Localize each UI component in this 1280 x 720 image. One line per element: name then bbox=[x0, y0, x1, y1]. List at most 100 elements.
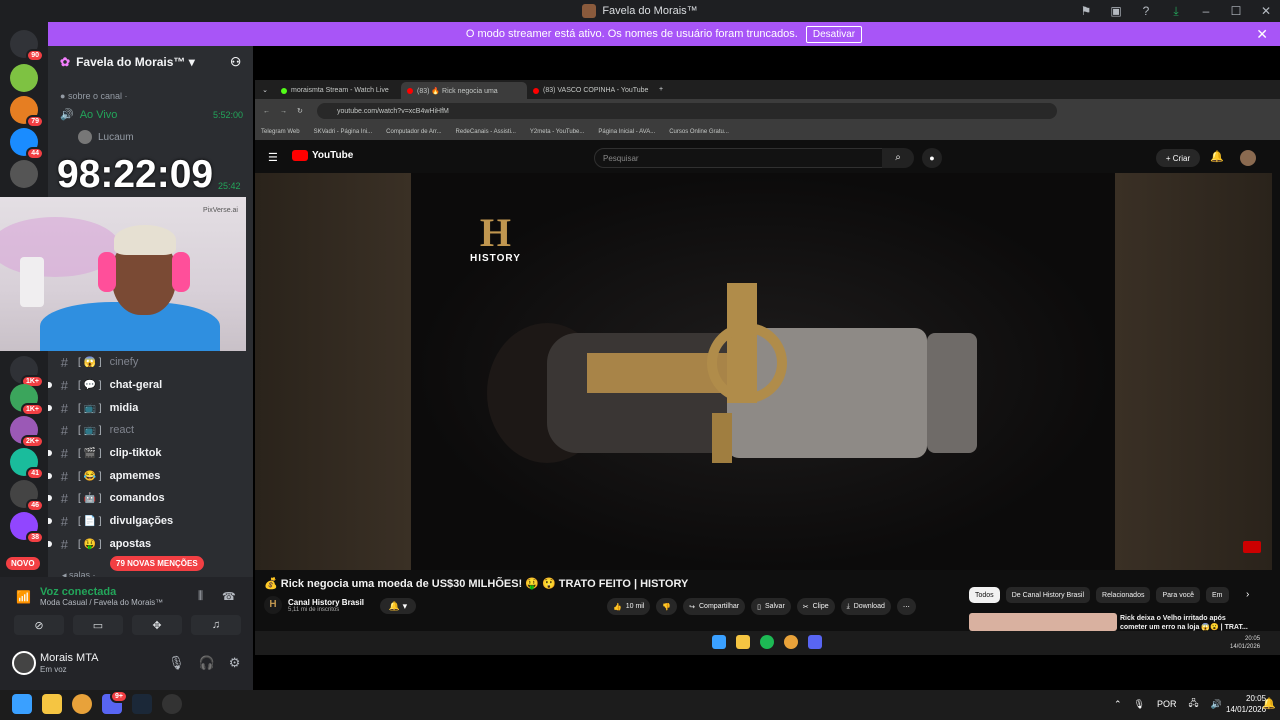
chip-todos[interactable]: Todos bbox=[969, 587, 1000, 603]
video-player[interactable]: H HISTORY bbox=[255, 173, 1272, 570]
browser-tab-3[interactable]: (83) VASCO COPINHA - YouTube bbox=[527, 82, 653, 99]
chip-for-you[interactable]: Para você bbox=[1156, 587, 1200, 603]
screen-share-icon[interactable]: ▭ bbox=[73, 615, 123, 635]
channel-chat-geral[interactable]: # [ 💬 ] chat-geral bbox=[48, 374, 253, 396]
server-icon-10[interactable]: 38 bbox=[10, 512, 44, 544]
share-button[interactable]: ↪ Compartilhar bbox=[683, 598, 746, 615]
disconnect-icon[interactable]: ☎ bbox=[222, 590, 236, 603]
browser-tab-2[interactable]: (83) 🔥 Rick negocia uma bbox=[401, 82, 527, 99]
more-options-button[interactable]: ⋯ bbox=[896, 598, 916, 615]
microphone-icon[interactable]: 🎙 bbox=[1134, 699, 1145, 710]
avatar[interactable] bbox=[1240, 150, 1256, 166]
microphone-icon[interactable]: 🎙 bbox=[168, 655, 185, 671]
flag-icon[interactable]: ⚑ bbox=[1078, 4, 1094, 18]
chevron-up-icon[interactable]: ⌃ bbox=[1114, 699, 1122, 710]
username[interactable]: Morais MTA bbox=[40, 652, 98, 664]
url-bar[interactable]: youtube.com/watch?v=xcB4wHiHfM bbox=[317, 103, 1057, 119]
server-icon-7[interactable]: 2K+ bbox=[10, 416, 44, 448]
recommended-thumbnail[interactable] bbox=[969, 613, 1117, 631]
channel-apmemes[interactable]: # [ 😂 ] apmemes bbox=[48, 465, 253, 487]
close-icon[interactable]: ✕ bbox=[1256, 26, 1268, 43]
inbox-icon[interactable]: ▣ bbox=[1108, 4, 1124, 18]
signal-icon[interactable]: 📶 bbox=[16, 590, 31, 604]
bookmark-4[interactable]: Y2meta - YouTube... bbox=[530, 129, 584, 135]
notifications-icon[interactable]: 🔔 bbox=[1262, 697, 1276, 710]
channel-name[interactable]: Canal History Brasil bbox=[288, 598, 364, 607]
steam-icon[interactable] bbox=[132, 694, 152, 714]
discord-icon[interactable]: 9+ bbox=[102, 690, 128, 714]
tab-menu-icon[interactable]: ⌄ bbox=[255, 86, 275, 94]
server-icon-4[interactable] bbox=[10, 160, 38, 188]
save-button[interactable]: ▯ Salvar bbox=[751, 598, 791, 615]
new-tab-button[interactable]: + bbox=[653, 86, 669, 93]
activities-icon[interactable]: ✥ bbox=[132, 615, 182, 635]
browser-tab-1[interactable]: moraismta Stream - Watch Live bbox=[275, 82, 401, 99]
bookmark-5[interactable]: Página Inicial - AVA... bbox=[598, 129, 655, 135]
category-sobre[interactable]: ● sobre o canal · bbox=[60, 91, 127, 101]
bookmark-1[interactable]: SKVadri - Página Ini... bbox=[314, 129, 373, 135]
windows-start-icon[interactable] bbox=[12, 694, 32, 714]
volume-icon[interactable]: 🔊 bbox=[1211, 699, 1222, 710]
new-badge[interactable]: NOVO bbox=[6, 557, 40, 570]
close-button[interactable]: ✕ bbox=[1258, 4, 1274, 18]
channel-comandos[interactable]: # [ 🤖 ] comandos bbox=[48, 487, 253, 509]
search-icon[interactable]: ⌕ bbox=[882, 148, 914, 168]
like-button[interactable]: 👍 10 mil bbox=[607, 598, 651, 615]
bookmark-2[interactable]: Computador de Arr... bbox=[386, 129, 441, 135]
channel-apostas[interactable]: # [ 🤑 ] apostas bbox=[48, 533, 253, 555]
camera-off-icon[interactable]: ⊘ bbox=[14, 615, 64, 635]
add-member-icon[interactable]: ⚇ bbox=[230, 55, 241, 69]
channel-cinefy[interactable]: # [ 😱 ] cinefy bbox=[48, 351, 253, 373]
youtube-logo[interactable]: YouTube bbox=[292, 150, 353, 161]
search-input[interactable]: Pesquisar bbox=[594, 148, 884, 168]
server-icon-9[interactable]: 46 bbox=[10, 480, 44, 512]
server-icon-2[interactable]: 79 bbox=[10, 96, 44, 128]
help-icon[interactable]: ? bbox=[1138, 4, 1154, 18]
download-icon[interactable]: ⤓ bbox=[1168, 4, 1184, 19]
soundboard-icon[interactable]: ♫ bbox=[191, 615, 241, 635]
minimize-button[interactable]: – bbox=[1198, 4, 1214, 18]
guild-header[interactable]: ✿ Favela do Morais™ ▾ ⚇ bbox=[48, 46, 253, 78]
server-icon-3[interactable]: 44 bbox=[10, 128, 44, 160]
voice-connected-channel[interactable]: Moda Casual / Favela do Morais™ bbox=[40, 598, 163, 607]
server-icon-8[interactable]: 41 bbox=[10, 448, 44, 480]
obs-icon[interactable] bbox=[162, 694, 182, 714]
dislike-button[interactable]: 👎 bbox=[656, 598, 678, 615]
headphones-icon[interactable]: 🎧 bbox=[199, 655, 215, 671]
server-icon-5[interactable]: 1K+ bbox=[10, 356, 44, 388]
channel-midia[interactable]: # [ 📺 ] midia bbox=[48, 397, 253, 419]
bookmark-0[interactable]: Telegram Web bbox=[261, 129, 300, 135]
reload-icon[interactable]: ↻ bbox=[297, 107, 303, 115]
chip-related[interactable]: Relacionados bbox=[1096, 587, 1151, 603]
home-button[interactable]: 90 bbox=[10, 30, 44, 62]
subscription-bell-button[interactable]: 🔔 ▾ bbox=[380, 598, 416, 614]
maximize-button[interactable]: ☐ bbox=[1228, 4, 1244, 18]
menu-icon[interactable]: ☰ bbox=[268, 151, 278, 164]
clip-button[interactable]: ✂ Clipe bbox=[796, 598, 835, 615]
chevron-right-icon[interactable]: › bbox=[1246, 589, 1249, 600]
noise-icon[interactable]: ⫼ bbox=[198, 590, 203, 603]
system-clock[interactable]: 20:05 14/01/2026 bbox=[1226, 693, 1266, 715]
create-button[interactable]: + Criar bbox=[1156, 149, 1200, 167]
chip-channel[interactable]: De Canal History Brasil bbox=[1005, 587, 1091, 603]
channel-react[interactable]: # [ 📺 ] react bbox=[48, 419, 253, 441]
channel-clip-tiktok[interactable]: # [ 🎬 ] clip-tiktok bbox=[48, 442, 253, 464]
bookmark-6[interactable]: Cursos Online Gratu... bbox=[669, 129, 729, 135]
voice-channel-ao-vivo[interactable]: 🔊 Ao Vivo 5:52:00 bbox=[60, 108, 243, 122]
microphone-icon[interactable]: ● bbox=[922, 148, 942, 168]
forward-icon[interactable]: → bbox=[280, 108, 287, 115]
new-mentions-badge[interactable]: 79 NOVAS MENÇÕES bbox=[110, 556, 204, 571]
download-button[interactable]: ⤓ Download bbox=[840, 598, 891, 615]
bookmark-3[interactable]: RedeCanais - Assisti... bbox=[456, 129, 516, 135]
settings-icon[interactable]: ⚙ bbox=[229, 655, 241, 671]
notifications-icon[interactable]: 🔔 bbox=[1210, 150, 1224, 163]
back-icon[interactable]: ← bbox=[263, 108, 270, 115]
channel-divulgacoes[interactable]: # [ 📄 ] divulgações bbox=[48, 510, 253, 532]
recommended-title[interactable]: Rick deixa o Velho irritado após cometer… bbox=[1120, 614, 1250, 632]
language-indicator[interactable]: POR bbox=[1157, 699, 1177, 709]
avatar[interactable] bbox=[12, 651, 36, 675]
server-icon-1[interactable] bbox=[10, 64, 38, 92]
server-icon-6[interactable]: 1K+ bbox=[10, 384, 44, 416]
chip-more[interactable]: Em bbox=[1206, 587, 1229, 603]
file-explorer-icon[interactable] bbox=[42, 694, 62, 714]
